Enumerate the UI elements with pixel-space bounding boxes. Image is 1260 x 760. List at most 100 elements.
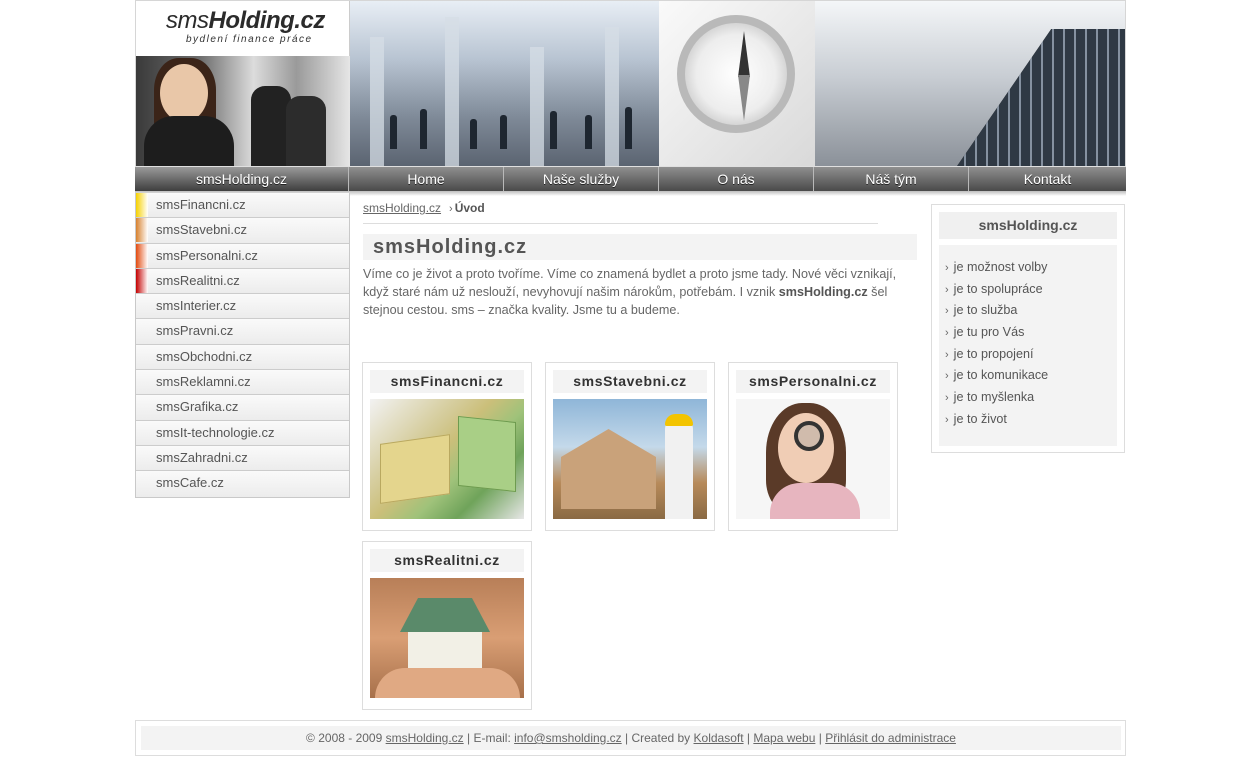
chevron-right-icon: › xyxy=(945,327,949,340)
chevron-right-icon: › xyxy=(945,283,949,296)
left-menu-item[interactable]: smsRealitni.cz xyxy=(136,268,349,295)
intro-text: Víme co je život a proto tvoříme. Víme c… xyxy=(363,265,919,319)
left-menu-item-label: smsStavebni.cz xyxy=(156,222,248,238)
sidebar-item-label: je to myšlenka xyxy=(953,390,1035,405)
chevron-right-icon: › xyxy=(945,413,949,426)
breadcrumb: smsHolding.cz › Úvod xyxy=(363,201,878,224)
footer-admin-link[interactable]: Přihlásit do administrace xyxy=(825,731,956,745)
nav-services[interactable]: Naše služby xyxy=(504,167,659,191)
sidebar-item: › je to komunikace xyxy=(939,365,1117,387)
left-menu-item-label: smsIt-technologie.cz xyxy=(156,424,275,440)
color-marker-icon xyxy=(136,218,148,243)
card-stavebni[interactable]: smsStavebni.cz xyxy=(545,362,715,531)
left-menu-item-label: smsObchodni.cz xyxy=(156,348,253,364)
left-menu-item[interactable]: smsPersonalni.cz xyxy=(136,243,349,269)
page: smsHolding.cz bydlení finance práce smsH… xyxy=(135,0,1126,760)
footer: © 2008 - 2009 smsHolding.cz | E-mail: in… xyxy=(135,720,1126,756)
footer-sitemap-link[interactable]: Mapa webu xyxy=(753,731,815,745)
left-menu-item[interactable]: smsStavebni.cz xyxy=(136,218,349,244)
color-marker-icon xyxy=(136,268,148,293)
money-house-image[interactable] xyxy=(370,399,524,519)
sidebar-item-label: je to komunikace xyxy=(953,368,1049,383)
left-menu-item[interactable]: smsFinancni.cz xyxy=(136,193,349,219)
left-menu-item[interactable]: smsObchodni.cz xyxy=(136,344,349,371)
nav-team[interactable]: Náš tým xyxy=(814,167,969,191)
magnifier-woman-image[interactable] xyxy=(736,399,890,519)
breadcrumb-home-link[interactable]: smsHolding.cz xyxy=(363,201,441,215)
card-realitni[interactable]: smsRealitni.cz xyxy=(362,541,532,710)
chevron-right-icon: › xyxy=(945,348,949,361)
sidebar-item: › je tu pro Vás xyxy=(939,322,1117,344)
left-menu-item[interactable]: smsPravni.cz xyxy=(136,319,349,345)
nav-about[interactable]: O nás xyxy=(659,167,814,191)
breadcrumb-current: Úvod xyxy=(454,201,485,215)
color-marker-icon xyxy=(136,243,148,268)
chevron-right-icon: › xyxy=(945,262,949,274)
chevron-right-icon: › xyxy=(945,370,949,383)
breadcrumb-separator-icon: › xyxy=(449,203,453,215)
footer-separator: | xyxy=(815,731,826,745)
sidebar-item-label: je to služba xyxy=(953,303,1018,318)
logo-panel: smsHolding.cz bydlení finance práce xyxy=(136,1,350,166)
logo-bold-text: Holding.cz xyxy=(208,7,326,34)
sidebar-item: › je to myšlenka xyxy=(939,387,1117,409)
left-menu-item-label: smsFinancni.cz xyxy=(156,197,246,212)
house-in-hands-image[interactable] xyxy=(370,578,524,698)
sidebar-list: › je možnost volby › je to spolupráce › je to… xyxy=(939,245,1117,446)
left-menu-item[interactable]: smsReklamni.cz xyxy=(136,370,349,396)
chevron-right-icon: › xyxy=(945,305,949,318)
sidebar-item: › je to služba xyxy=(939,300,1117,322)
left-menu-item[interactable]: smsInterier.cz xyxy=(136,294,349,320)
card-title[interactable]: smsStavebni.cz xyxy=(553,370,707,393)
sidebar-item-label: je to život xyxy=(953,411,1007,426)
left-menu-item-label: smsCafe.cz xyxy=(156,475,224,491)
left-menu-item-label: smsPersonalni.cz xyxy=(156,247,258,263)
left-menu-item-label: smsGrafika.cz xyxy=(156,399,239,415)
main-nav: smsHolding.cz Home Naše služby O nás Náš… xyxy=(135,166,1126,191)
left-menu-item-label: smsPravni.cz xyxy=(156,323,234,339)
sidebar-box: smsHolding.cz › je možnost volby › je to sp… xyxy=(931,204,1125,453)
footer-creator-link[interactable]: Koldasoft xyxy=(694,731,744,745)
footer-site-link[interactable]: smsHolding.cz xyxy=(386,731,464,745)
sidebar-item: › je to spolupráce xyxy=(939,279,1117,301)
header-lobby-photo xyxy=(350,1,659,166)
card-title[interactable]: smsFinancni.cz xyxy=(370,370,524,393)
footer-bar: © 2008 - 2009 smsHolding.cz | E-mail: in… xyxy=(141,726,1121,750)
left-menu: smsFinancni.cz smsStavebni.cz smsPersonaln… xyxy=(135,193,350,498)
sidebar-item-label: je to spolupráce xyxy=(953,281,1043,296)
sidebar-title: smsHolding.cz xyxy=(939,212,1117,239)
construction-image[interactable] xyxy=(553,399,707,519)
header-compass-photo xyxy=(659,1,815,166)
left-menu-item-label: smsZahradni.cz xyxy=(156,449,248,465)
site-logo[interactable]: smsHolding.cz xyxy=(166,7,325,35)
card-title[interactable]: smsPersonalni.cz xyxy=(736,370,890,393)
header-tower-photo xyxy=(815,1,1125,166)
left-menu-item[interactable]: smsCafe.cz xyxy=(136,471,349,497)
page-title: smsHolding.cz xyxy=(363,234,917,260)
header-banner: smsHolding.cz bydlení finance práce xyxy=(135,0,1126,166)
card-title[interactable]: smsRealitni.cz xyxy=(370,549,524,572)
nav-contact[interactable]: Kontakt xyxy=(969,167,1126,191)
footer-email-label: | E-mail: xyxy=(463,731,515,745)
sidebar-item: › je to propojení xyxy=(939,344,1117,366)
sidebar-item-label: je tu pro Vás xyxy=(953,325,1025,340)
header-people-photo xyxy=(136,56,350,166)
chevron-right-icon: › xyxy=(945,392,949,405)
color-marker-icon xyxy=(136,193,148,217)
left-menu-item-label: smsInterier.cz xyxy=(156,298,237,314)
footer-email-link[interactable]: info@smsholding.cz xyxy=(514,731,622,745)
left-menu-item[interactable]: smsZahradni.cz xyxy=(136,445,349,472)
left-menu-item[interactable]: smsGrafika.cz xyxy=(136,395,349,421)
card-personalni[interactable]: smsPersonalni.cz xyxy=(728,362,898,531)
sidebar-item: › je možnost volby xyxy=(939,257,1117,279)
sidebar-item-label: je možnost volby xyxy=(953,260,1048,274)
left-menu-item[interactable]: smsIt-technologie.cz xyxy=(136,420,349,446)
intro-text-bold: smsHolding.cz xyxy=(778,285,868,299)
card-financni[interactable]: smsFinancni.cz xyxy=(362,362,532,531)
nav-brand[interactable]: smsHolding.cz xyxy=(135,167,349,191)
footer-created-label: | Created by xyxy=(621,731,694,745)
nav-home[interactable]: Home xyxy=(349,167,504,191)
sidebar-item-label: je to propojení xyxy=(953,346,1034,361)
sidebar-item: › je to život xyxy=(939,409,1117,431)
left-menu-item-label: smsReklamni.cz xyxy=(156,374,251,390)
